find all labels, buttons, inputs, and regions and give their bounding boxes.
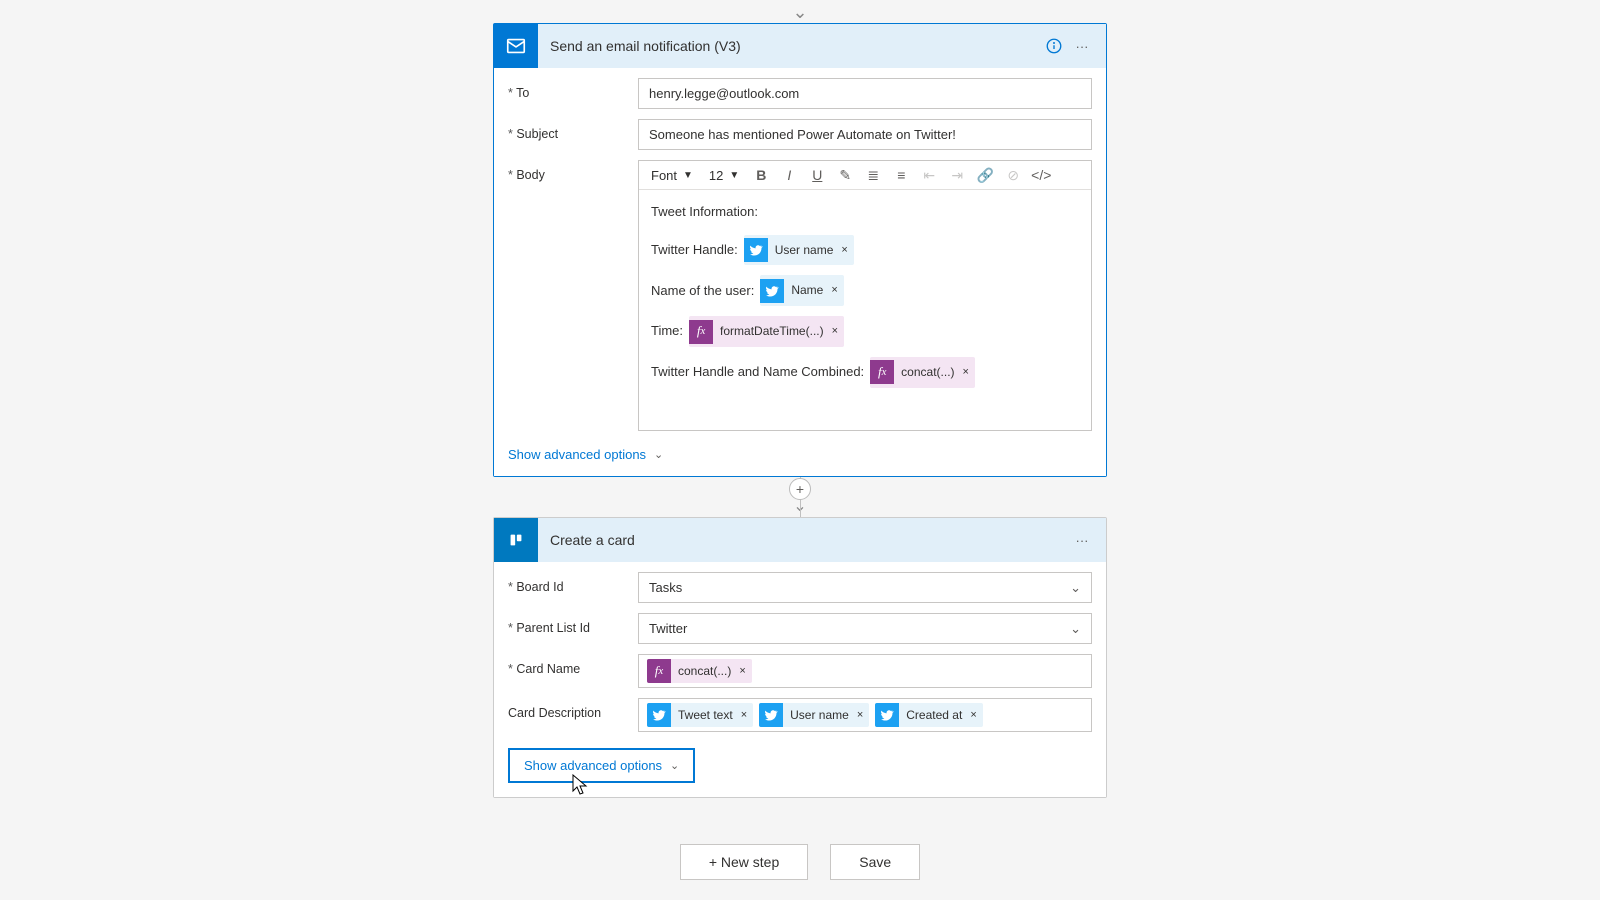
more-icon[interactable]: ··· <box>1068 32 1096 60</box>
twitter-icon <box>647 703 671 727</box>
action-card-create-card: Create a card ··· Board Id Tasks ⌄ Paren… <box>493 517 1107 798</box>
field-label-parent-list: Parent List Id <box>508 613 638 635</box>
field-label-card-name: Card Name <box>508 654 638 676</box>
token-remove-icon[interactable]: × <box>968 709 982 721</box>
chevron-down-icon: ⌄ <box>1070 580 1081 596</box>
new-step-button[interactable]: + New step <box>680 844 808 880</box>
field-label-board: Board Id <box>508 572 638 594</box>
field-label-body: Body <box>508 160 638 182</box>
token-remove-icon[interactable]: × <box>829 280 843 301</box>
body-text: Tweet Information: <box>651 200 758 225</box>
footer-actions: + New step Save <box>680 844 920 880</box>
token-remove-icon[interactable]: × <box>855 709 869 721</box>
parent-list-select[interactable]: Twitter ⌄ <box>638 613 1092 644</box>
action-card-send-email: Send an email notification (V3) ··· To <box>493 23 1107 477</box>
field-label-card-description: Card Description <box>508 698 638 720</box>
mail-icon <box>494 24 538 68</box>
underline-icon[interactable]: U <box>807 165 827 185</box>
token-remove-icon[interactable]: × <box>961 362 975 383</box>
field-label-to: To <box>508 78 638 100</box>
unlink-icon[interactable]: ⊘ <box>1003 165 1023 185</box>
body-editor[interactable]: Tweet Information: Twitter Handle: User … <box>639 190 1091 430</box>
add-step-connector: + ⌄ <box>789 477 811 517</box>
card-description-input[interactable]: Tweet text × User name × Created at × <box>638 698 1092 732</box>
token-user-name[interactable]: User name × <box>744 235 854 266</box>
token-user-name[interactable]: User name × <box>759 703 869 727</box>
to-input[interactable] <box>638 78 1092 109</box>
twitter-icon <box>875 703 899 727</box>
number-list-icon[interactable]: ≡ <box>891 165 911 185</box>
trello-icon <box>494 518 538 562</box>
outdent-icon[interactable]: ⇤ <box>919 165 939 185</box>
info-icon[interactable] <box>1040 32 1068 60</box>
twitter-icon <box>744 238 768 262</box>
subject-input[interactable] <box>638 119 1092 150</box>
more-icon[interactable]: ··· <box>1068 526 1096 554</box>
size-select[interactable]: 12 ▼ <box>705 166 743 185</box>
font-select[interactable]: Font ▼ <box>647 166 697 185</box>
twitter-icon <box>760 279 784 303</box>
chevron-down-icon: ⌄ <box>654 448 663 461</box>
card-name-input[interactable]: fx concat(...) × <box>638 654 1092 688</box>
show-advanced-options-link[interactable]: Show advanced options ⌄ <box>508 447 663 462</box>
body-text: Twitter Handle: <box>651 238 738 263</box>
twitter-icon <box>759 703 783 727</box>
codeview-icon[interactable]: </> <box>1031 165 1051 185</box>
fx-icon: fx <box>647 659 671 683</box>
body-text: Name of the user: <box>651 279 754 304</box>
token-remove-icon[interactable]: × <box>830 321 844 342</box>
card-title: Create a card <box>550 532 1068 548</box>
chevron-down-icon: ⌄ <box>1070 621 1081 637</box>
italic-icon[interactable]: I <box>779 165 799 185</box>
rich-text-editor: Font ▼ 12 ▼ B I U ✎ ≣ ≡ ⇤ ⇥ 🔗 ⊘ <box>638 160 1092 431</box>
card-header[interactable]: Send an email notification (V3) ··· <box>494 24 1106 68</box>
fx-icon: fx <box>870 360 894 384</box>
card-title: Send an email notification (V3) <box>550 38 1040 54</box>
token-concat[interactable]: fx concat(...) × <box>647 659 752 683</box>
token-name[interactable]: Name × <box>760 275 843 306</box>
body-text: Twitter Handle and Name Combined: <box>651 360 864 385</box>
color-icon[interactable]: ✎ <box>835 165 855 185</box>
token-concat[interactable]: fx concat(...) × <box>870 357 975 388</box>
link-icon[interactable]: 🔗 <box>975 165 995 185</box>
token-created-at[interactable]: Created at × <box>875 703 982 727</box>
token-remove-icon[interactable]: × <box>839 240 853 261</box>
show-advanced-options-link[interactable]: Show advanced options ⌄ <box>508 748 695 783</box>
token-formatdatetime[interactable]: fx formatDateTime(...) × <box>689 316 844 347</box>
save-button[interactable]: Save <box>830 844 920 880</box>
fx-icon: fx <box>689 320 713 344</box>
bullet-list-icon[interactable]: ≣ <box>863 165 883 185</box>
indent-icon[interactable]: ⇥ <box>947 165 967 185</box>
body-text: Time: <box>651 319 683 344</box>
field-label-subject: Subject <box>508 119 638 141</box>
flow-arrow-in: ⌄ <box>792 2 807 23</box>
card-header[interactable]: Create a card ··· <box>494 518 1106 562</box>
board-select[interactable]: Tasks ⌄ <box>638 572 1092 603</box>
chevron-down-icon: ⌄ <box>670 759 679 772</box>
token-remove-icon[interactable]: × <box>739 709 753 721</box>
token-tweet-text[interactable]: Tweet text × <box>647 703 753 727</box>
bold-icon[interactable]: B <box>751 165 771 185</box>
token-remove-icon[interactable]: × <box>737 665 751 677</box>
add-action-button[interactable]: + <box>789 478 811 500</box>
